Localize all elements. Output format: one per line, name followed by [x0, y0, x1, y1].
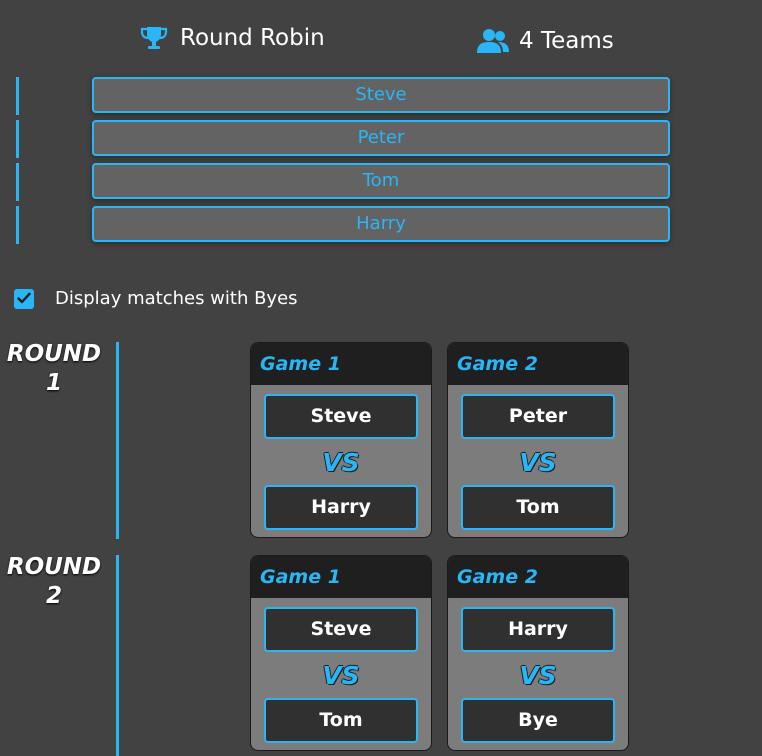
game-title: Game 1: [251, 556, 431, 598]
game-title: Game 2: [448, 556, 628, 598]
users-icon: [477, 28, 509, 54]
team-count: 4 Teams: [477, 28, 614, 54]
team-row: Peter: [0, 120, 762, 158]
team-name-field[interactable]: Tom: [92, 163, 670, 199]
round-label: ROUND 2: [6, 554, 102, 609]
drag-handle[interactable]: [16, 206, 19, 244]
team-name-field[interactable]: Peter: [92, 120, 670, 156]
game-title: Game 1: [251, 343, 431, 385]
team-row: Tom: [0, 163, 762, 201]
team-count-label: 4 Teams: [519, 28, 614, 54]
vs-label: VS: [519, 448, 557, 477]
away-team[interactable]: Bye: [461, 698, 615, 743]
home-team[interactable]: Steve: [264, 394, 418, 439]
round-label: ROUND 1: [6, 341, 102, 396]
team-row: Harry: [0, 206, 762, 244]
check-icon: [17, 289, 31, 308]
vs-label: VS: [519, 661, 557, 690]
away-team[interactable]: Tom: [461, 485, 615, 530]
away-team[interactable]: Tom: [264, 698, 418, 743]
game-title: Game 2: [448, 343, 628, 385]
drag-handle[interactable]: [16, 163, 19, 201]
team-name-field[interactable]: Harry: [92, 206, 670, 242]
bye-toggle[interactable]: Display matches with Byes: [14, 288, 298, 309]
home-team[interactable]: Steve: [264, 607, 418, 652]
vs-label: VS: [322, 661, 360, 690]
bye-checkbox[interactable]: [14, 288, 34, 309]
away-team[interactable]: Harry: [264, 485, 418, 530]
home-team[interactable]: Harry: [461, 607, 615, 652]
format-label: Round Robin: [180, 25, 325, 51]
home-team[interactable]: Peter: [461, 394, 615, 439]
game-card: Game 1 Steve VS Harry: [250, 342, 432, 538]
bye-label: Display matches with Byes: [55, 288, 298, 309]
drag-handle[interactable]: [16, 120, 19, 158]
vs-label: VS: [322, 448, 360, 477]
round-divider: [116, 555, 119, 756]
round-section: ROUND 1 Game 1 Steve VS Harry Game 2 Pet…: [0, 341, 762, 539]
team-name-field[interactable]: Steve: [92, 77, 670, 113]
trophy-icon: [140, 25, 168, 51]
team-row: Steve: [0, 77, 762, 115]
game-card: Game 2 Peter VS Tom: [447, 342, 629, 538]
game-card: Game 2 Harry VS Bye: [447, 555, 629, 751]
game-card: Game 1 Steve VS Tom: [250, 555, 432, 751]
round-divider: [116, 342, 119, 539]
tournament-format: Round Robin: [140, 25, 325, 51]
round-section: ROUND 2 Game 1 Steve VS Tom Game 2 Harry…: [0, 554, 762, 756]
drag-handle[interactable]: [16, 77, 19, 115]
